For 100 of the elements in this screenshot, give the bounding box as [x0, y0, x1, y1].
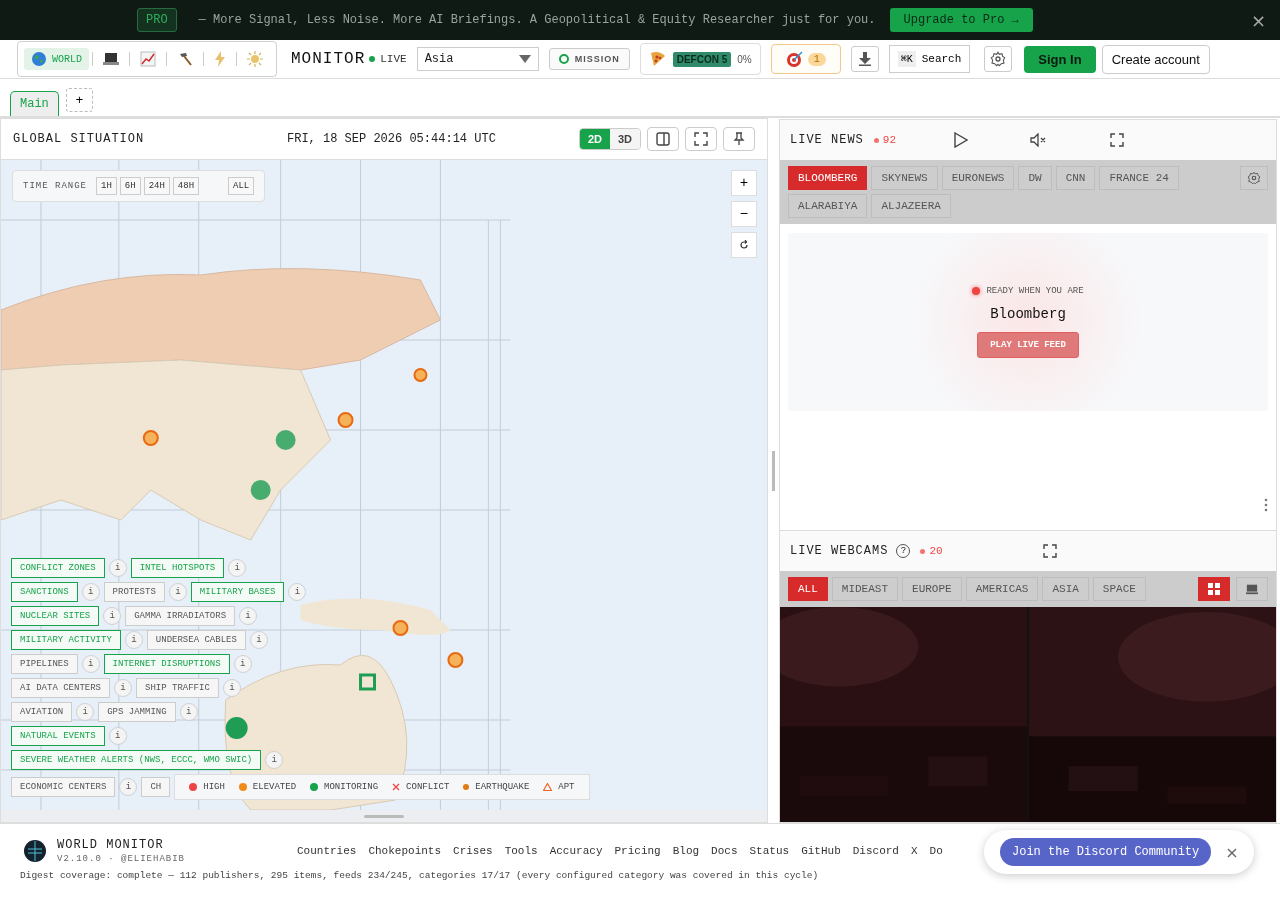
resize-handle[interactable]: [364, 814, 404, 818]
panel-title: GLOBAL SITUATION: [13, 132, 146, 146]
layer-toggle[interactable]: AVIATION: [11, 702, 73, 722]
single-view-button[interactable]: [1236, 577, 1268, 601]
mute-button[interactable]: [1030, 133, 1048, 147]
region-tab[interactable]: SPACE: [1092, 577, 1146, 601]
time-range-option[interactable]: 1H: [96, 177, 117, 195]
footer-link[interactable]: Discord: [852, 845, 899, 857]
footer-link[interactable]: X: [910, 845, 918, 857]
reset-view-button[interactable]: [731, 232, 757, 258]
play-icon: [954, 132, 968, 148]
version-label: V2.10.0 · @ELIEHABIB: [57, 854, 187, 864]
screen-icon: [1246, 583, 1258, 595]
time-range-option[interactable]: 24H: [143, 177, 170, 195]
panel-title: LIVE WEBCAMS: [790, 544, 889, 558]
channel-tab[interactable]: ALJAZEERA: [871, 194, 951, 218]
footer-link[interactable]: Docs: [711, 845, 738, 857]
region-tab[interactable]: ALL: [788, 577, 828, 601]
logo-icon: [23, 839, 47, 863]
channel-tab[interactable]: FRANCE 24: [1099, 166, 1179, 190]
footer-link[interactable]: Tools: [504, 845, 538, 857]
channel-tab[interactable]: DW: [1018, 166, 1052, 190]
footer-link[interactable]: Do: [929, 845, 943, 857]
settings-button[interactable]: [984, 46, 1013, 72]
legend-label: HIGH: [203, 782, 225, 792]
fullscreen-button[interactable]: [1042, 544, 1057, 558]
legend-label: EARTHQUAKE: [475, 782, 530, 792]
footer-link[interactable]: GitHub: [801, 845, 841, 857]
region-tab[interactable]: ASIA: [1042, 577, 1089, 601]
splitter-handle[interactable]: [772, 450, 775, 491]
status-dot: [369, 56, 376, 62]
fullscreen-icon: [694, 132, 708, 146]
footer-link[interactable]: Crises: [453, 845, 493, 857]
live-dot: [972, 287, 981, 295]
upgrade-button[interactable]: Upgrade to Pro →: [889, 8, 1033, 32]
view-option[interactable]: 3D: [609, 129, 640, 149]
region-tab[interactable]: EUROPE: [902, 577, 962, 601]
pin-icon: [732, 132, 746, 146]
caret-icon: [518, 55, 531, 63]
panel-title: LIVE NEWS: [790, 133, 864, 147]
time-range-option[interactable]: 48H: [172, 177, 200, 195]
mission-button[interactable]: MISSION: [548, 48, 630, 70]
grid-view-button[interactable]: [1198, 577, 1230, 601]
add-tab-button[interactable]: +: [65, 88, 93, 112]
zoom-out-button[interactable]: −: [731, 201, 757, 227]
region-tab[interactable]: AMERICAS: [965, 577, 1039, 601]
play-button[interactable]: [954, 132, 968, 148]
zoom-in-button[interactable]: +: [731, 170, 757, 196]
fullscreen-button[interactable]: [1110, 133, 1124, 147]
close-button[interactable]: ×: [1250, 10, 1266, 31]
layer-toggle[interactable]: ECONOMIC CENTERS: [11, 777, 116, 797]
muted-speaker-icon: [1030, 133, 1048, 147]
defcon-badge: DEFCON 5: [672, 51, 732, 67]
channel-tab[interactable]: EURONEWS: [941, 166, 1015, 190]
region-tab[interactable]: MIDEAST: [831, 577, 899, 601]
more-icon[interactable]: [1264, 498, 1268, 512]
time-range-option[interactable]: ALL: [228, 177, 255, 195]
footer-link[interactable]: Blog: [672, 845, 700, 857]
close-button[interactable]: ×: [1225, 842, 1239, 862]
cross-icon: [392, 783, 401, 791]
layer-toggle[interactable]: GAMMA IRRADIATORS: [125, 606, 236, 626]
download-button[interactable]: [850, 46, 879, 72]
join-discord-button[interactable]: Join the Discord Community: [1000, 838, 1212, 866]
footer-link[interactable]: Status: [749, 845, 790, 857]
player-status: READY WHEN YOU ARE: [986, 286, 1084, 296]
channel-settings-button[interactable]: [1240, 166, 1268, 190]
layer-toggle[interactable]: SHIP TRAFFIC: [136, 678, 219, 698]
warning-icon: [543, 783, 553, 791]
layer-toggle[interactable]: PIPELINES: [11, 654, 78, 674]
fullscreen-icon: [1042, 544, 1057, 558]
channel-tab[interactable]: BLOOMBERG: [788, 166, 868, 190]
footer-link[interactable]: Chokepoints: [368, 845, 442, 857]
live-indicator: LIVE: [380, 53, 407, 65]
channel-tab[interactable]: ALARABIYA: [788, 194, 868, 218]
layer-toggle[interactable]: CH: [141, 777, 171, 797]
footer-link[interactable]: Pricing: [614, 845, 661, 857]
legend-label: ELEVATED: [252, 782, 297, 792]
channel-tab[interactable]: SKYNEWS: [871, 166, 938, 190]
hammer-icon: [177, 51, 193, 67]
create-account-button[interactable]: Create account: [1101, 44, 1210, 74]
layer-toggle[interactable]: UNDERSEA CABLES: [146, 630, 246, 650]
layer-toggle[interactable]: PROTESTS: [103, 582, 165, 602]
search-button[interactable]: ⌘K Search: [888, 45, 971, 73]
pro-badge: PRO: [137, 8, 177, 32]
sidebar-toggle-button[interactable]: [647, 127, 679, 151]
sign-in-button[interactable]: Sign In: [1024, 45, 1096, 73]
layer-toggle[interactable]: AI DATA CENTERS: [11, 678, 110, 698]
region-select[interactable]: Asia: [416, 47, 539, 71]
layer-toggle[interactable]: GPS JAMMING: [98, 702, 176, 722]
digest-coverage: Digest coverage: complete — 112 publishers, 295 items, feeds 234/245, categories 17/17 (every configured category was covered in this cycle): [20, 870, 820, 881]
channel-tab[interactable]: CNN: [1055, 166, 1096, 190]
date-time: FRI, 18 SEP 2026 05:44:14 UTC: [287, 132, 497, 146]
defcon-panel[interactable]: DEFCON 5 0%: [639, 43, 761, 75]
pin-button[interactable]: [723, 127, 755, 151]
footer-link[interactable]: Countries: [297, 845, 357, 857]
settings-icon: [1247, 171, 1261, 185]
status-dot: [920, 548, 926, 554]
footer-link[interactable]: Accuracy: [549, 845, 603, 857]
time-range-option[interactable]: 6H: [119, 177, 141, 195]
bolt-icon: [214, 51, 226, 67]
